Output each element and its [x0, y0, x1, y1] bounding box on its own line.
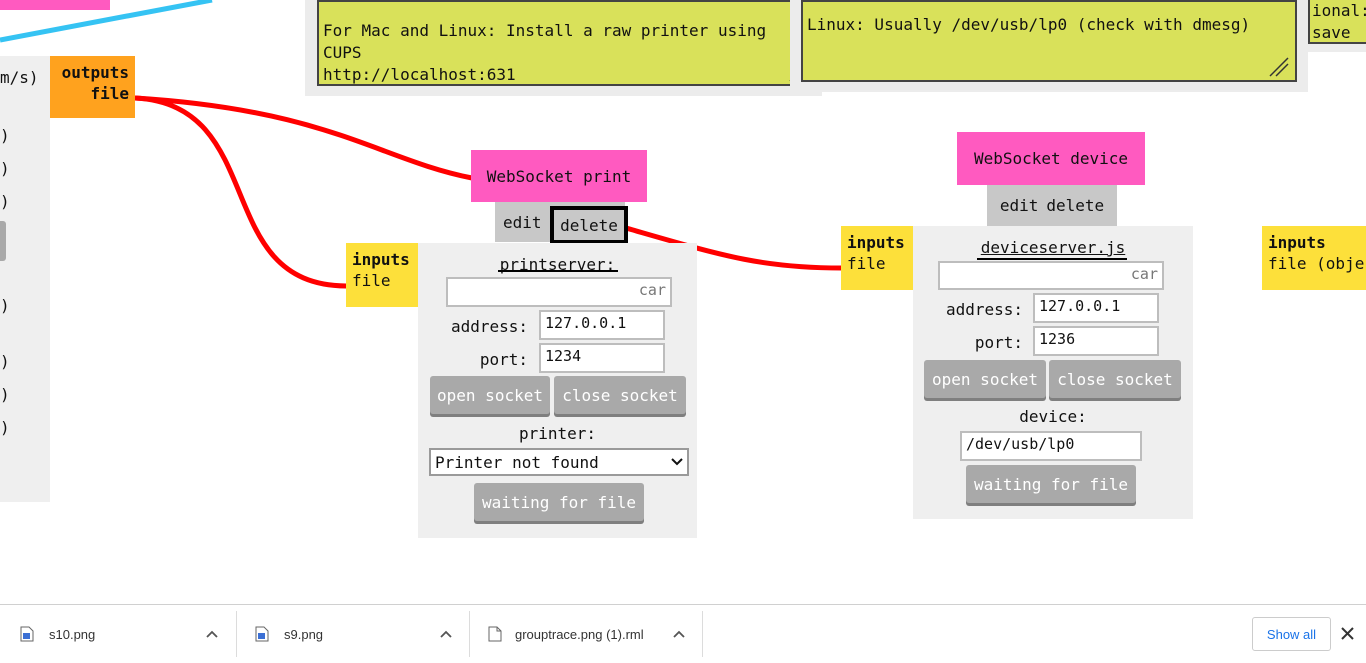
left-row-0: m/s) [0, 68, 39, 87]
outputs-port[interactable]: outputs file [50, 56, 135, 118]
print-port-label: port: [479, 350, 528, 369]
device-edit-button[interactable]: edit [1000, 196, 1039, 215]
device-address-label: address: [945, 300, 1023, 319]
left-row-7: ) [0, 418, 10, 437]
download-separator [702, 611, 703, 657]
note-right-line-2: save t [1312, 23, 1351, 42]
print-port-input[interactable]: 1234 [539, 343, 665, 373]
device-device-input[interactable]: /dev/usb/lp0 [960, 431, 1142, 461]
download-item-0[interactable]: s10.png [20, 605, 230, 663]
resize-handle-icon[interactable] [1268, 56, 1290, 78]
right-partial-inputs-port[interactable]: inputs file (obje [1262, 226, 1366, 290]
device-node-edit-bar: edit delete [987, 185, 1117, 226]
download-item-name: s10.png [49, 626, 96, 642]
device-script-name-wrap: deviceserver.js [913, 238, 1193, 257]
note-cups-container: For Mac and Linux: Install a raw printer… [305, 0, 822, 96]
device-delete-button[interactable]: delete [1046, 196, 1104, 215]
download-item-1[interactable]: s9.png [255, 605, 465, 663]
device-status-button[interactable]: waiting for file [966, 465, 1136, 503]
left-row-4: ) [0, 296, 10, 315]
device-device-label: device: [1019, 407, 1087, 426]
print-script-underline [498, 270, 618, 272]
partial-pink-node [0, 0, 110, 10]
close-icon[interactable] [1341, 627, 1354, 640]
device-script-underline [977, 258, 1127, 260]
print-node-title[interactable]: WebSocket print [471, 150, 647, 202]
device-inputs-type: file [847, 254, 886, 273]
download-separator [469, 611, 470, 657]
note-cups[interactable]: For Mac and Linux: Install a raw printer… [317, 0, 801, 86]
print-printer-select[interactable]: Printer not found [429, 448, 689, 476]
left-row-3: ) [0, 192, 10, 211]
note-linux[interactable]: Linux: Usually /dev/usb/lp0 (check with … [801, 0, 1297, 82]
device-close-socket-button[interactable]: close socket [1049, 360, 1181, 398]
print-inputs-type: file [352, 271, 391, 290]
right-partial-inputs-label: inputs [1268, 233, 1326, 252]
print-inputs-port[interactable]: inputs file [346, 243, 420, 307]
print-address-input[interactable]: 127.0.0.1 [539, 310, 665, 340]
print-status-button[interactable]: waiting for file [474, 483, 644, 521]
left-partial-button[interactable] [0, 221, 6, 261]
print-inputs-label: inputs [352, 250, 410, 269]
download-item-2[interactable]: grouptrace.png (1).rml [488, 605, 698, 663]
print-file-field[interactable]: car [446, 277, 672, 307]
print-address-label: address: [450, 317, 528, 336]
download-item-name: grouptrace.png (1).rml [515, 626, 644, 642]
print-printer-selected: Printer not found [435, 452, 599, 472]
print-delete-button[interactable]: delete [550, 206, 628, 244]
chevron-up-icon[interactable] [206, 630, 218, 638]
device-node-title[interactable]: WebSocket device [957, 132, 1145, 185]
image-file-icon [20, 626, 34, 642]
downloads-bar: s10.png s9.png grouptrace.png (1).rml Sh… [0, 604, 1366, 663]
note-right-line-1: ional: [1312, 1, 1366, 20]
device-script-link[interactable]: deviceserver.js [981, 238, 1126, 257]
device-port-input[interactable]: 1236 [1033, 326, 1159, 356]
device-address-input[interactable]: 127.0.0.1 [1033, 293, 1159, 323]
document-file-icon [488, 626, 502, 642]
device-file-field[interactable]: car [938, 261, 1164, 290]
outputs-type: file [90, 84, 129, 103]
note-right-partial-container: ional: save t [1308, 0, 1366, 52]
device-inputs-label: inputs [847, 233, 905, 252]
print-close-socket-button[interactable]: close socket [554, 376, 686, 414]
left-row-1: ) [0, 126, 10, 145]
left-row-6: ) [0, 385, 10, 404]
image-file-icon [255, 626, 269, 642]
device-port-label: port: [974, 333, 1023, 352]
left-partial-panel: m/s) ) ) ) ) ) ) ) [0, 56, 50, 502]
print-edit-button[interactable]: edit [503, 213, 542, 232]
right-partial-inputs-type: file (obje [1268, 254, 1365, 273]
download-item-name: s9.png [284, 626, 324, 642]
outputs-label: outputs [61, 63, 129, 82]
left-row-5: ) [0, 352, 10, 371]
print-node-panel: printserver: car address: 127.0.0.1 port… [418, 243, 697, 538]
show-all-button[interactable]: Show all [1252, 617, 1331, 651]
download-separator [236, 611, 237, 657]
chevron-up-icon[interactable] [440, 630, 452, 638]
print-printer-label: printer: [518, 424, 597, 443]
print-open-socket-button[interactable]: open socket [430, 376, 550, 414]
device-open-socket-button[interactable]: open socket [924, 360, 1046, 398]
chevron-down-icon [671, 458, 683, 466]
chevron-up-icon[interactable] [673, 630, 685, 638]
left-row-2: ) [0, 159, 10, 178]
device-node-panel: deviceserver.js car address: 127.0.0.1 p… [913, 226, 1193, 519]
note-linux-container: Linux: Usually /dev/usb/lp0 (check with … [790, 0, 1308, 92]
note-right-partial[interactable]: ional: save t [1308, 0, 1366, 44]
device-inputs-port[interactable]: inputs file [841, 226, 915, 290]
